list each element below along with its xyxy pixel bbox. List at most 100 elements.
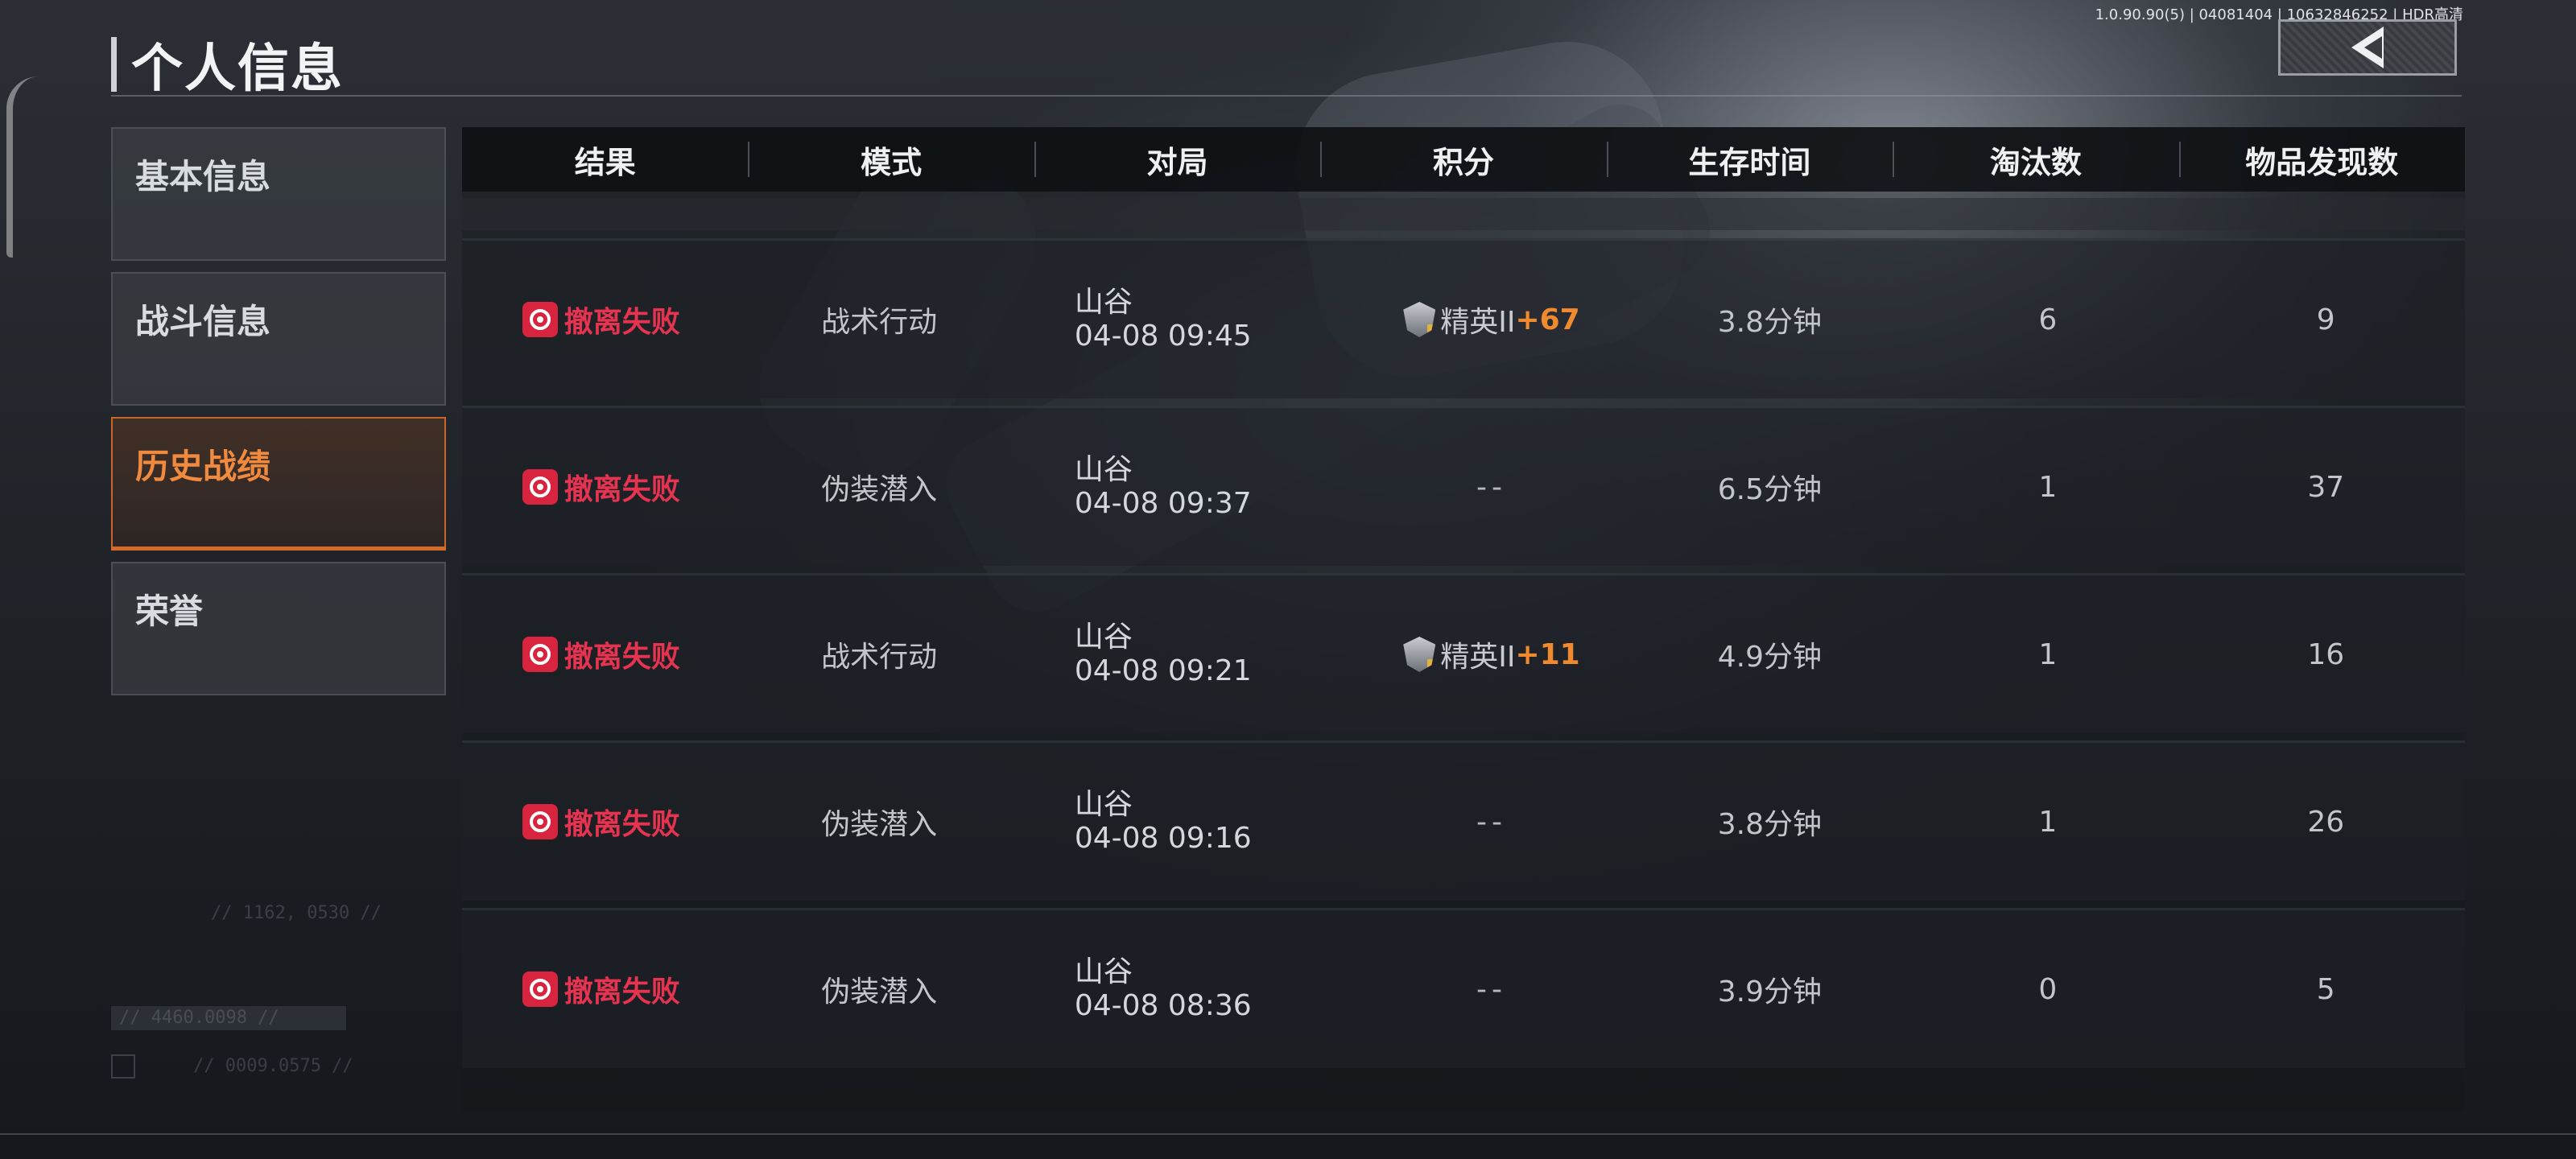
match-cell: 山谷 04-08 09:45 (1018, 241, 1352, 398)
screen: 1.0.90.90(5) | 04081404 | 10632846252 | … (0, 0, 2576, 1159)
result-label: 撤离失败 (564, 641, 680, 674)
sidebar: 基本信息 战斗信息 历史战绩 荣誉 (111, 127, 446, 707)
score-cell: 精英II +11 (1352, 575, 1630, 733)
match-time: 04-08 09:37 (1074, 487, 1252, 520)
sidebar-item-combat-info[interactable]: 战斗信息 (111, 272, 446, 406)
sidebar-item-honors[interactable]: 荣誉 (111, 562, 446, 695)
match-cell: 山谷 04-08 09:37 (1018, 408, 1352, 566)
extraction-failed-icon (522, 971, 558, 1007)
score-cell: -- (1352, 743, 1630, 901)
map-name: 山谷 (1074, 955, 1133, 988)
eliminations-cell: 1 (2038, 470, 2058, 504)
sidebar-item-label: 历史战绩 (135, 447, 271, 486)
score-empty: -- (1476, 972, 1507, 1006)
column-header-match: 对局 (1034, 127, 1320, 192)
map-name: 山谷 (1074, 788, 1133, 821)
page-title: 个人信息 (131, 39, 344, 99)
extraction-failed-icon (522, 469, 558, 505)
eliminations-cell: 6 (2038, 303, 2058, 336)
items-found-cell: 26 (2307, 805, 2345, 839)
extraction-failed-icon (522, 637, 558, 672)
ghost-coordinate: // 4460.0098 // (119, 1008, 279, 1028)
result-status: 撤离失败 (522, 968, 680, 1010)
ghost-box (111, 1054, 135, 1079)
result-label: 撤离失败 (564, 975, 680, 1008)
sidebar-item-basic-info[interactable]: 基本信息 (111, 127, 446, 261)
score-cell: -- (1352, 910, 1630, 1068)
table-row[interactable]: 撤离失败 战术行动 山谷 04-08 09:21 精英II +11 4.9分钟 … (462, 573, 2465, 733)
mode-cell: 伪装潜入 (821, 473, 938, 506)
result-cell: 撤离失败 (462, 575, 740, 733)
result-label: 撤离失败 (564, 306, 680, 339)
ghost-coordinate: // 0009.0575 // (193, 1056, 353, 1076)
rank-badge-icon (1403, 302, 1436, 337)
match-cell: 山谷 04-08 08:36 (1018, 910, 1352, 1068)
page-header: 个人信息 (111, 27, 344, 101)
sidebar-item-label: 基本信息 (135, 157, 271, 196)
items-found-cell: 37 (2307, 470, 2345, 504)
score-empty: -- (1476, 805, 1507, 839)
score-cell: 精英II +67 (1352, 241, 1630, 398)
table-header: 结果 模式 对局 积分 生存时间 淘汰数 物品发现数 (462, 127, 2465, 192)
result-status: 撤离失败 (522, 633, 680, 675)
match-history-table: 结果 模式 对局 积分 生存时间 淘汰数 物品发现数 撤离失败 战术行动 山谷 … (462, 127, 2465, 1111)
rank-name: 精英II (1440, 641, 1516, 674)
column-header-survival-time: 生存时间 (1606, 127, 1893, 192)
result-status: 撤离失败 (522, 466, 680, 508)
result-status: 撤离失败 (522, 299, 680, 340)
mode-cell: 战术行动 (821, 306, 938, 339)
eliminations-cell: 1 (2038, 637, 2058, 671)
column-header-mode: 模式 (748, 127, 1034, 192)
rank-name: 精英II (1440, 306, 1516, 339)
items-found-cell: 16 (2307, 637, 2345, 671)
chevron-left-icon (2351, 27, 2384, 68)
table-row[interactable]: 撤离失败 伪装潜入 山谷 04-08 09:16 -- 3.8分钟 1 26 (462, 740, 2465, 901)
result-cell: 撤离失败 (462, 910, 740, 1068)
mode-cell: 伪装潜入 (821, 975, 938, 1008)
match-time: 04-08 09:16 (1074, 822, 1252, 855)
result-cell: 撤离失败 (462, 408, 740, 566)
result-label: 撤离失败 (564, 473, 680, 506)
match-time: 04-08 08:36 (1074, 989, 1252, 1022)
mode-cell: 战术行动 (821, 641, 938, 674)
match-time: 04-08 09:21 (1074, 654, 1252, 687)
map-name: 山谷 (1074, 621, 1133, 654)
rank-delta: +11 (1515, 637, 1580, 671)
rank-change: 精英II +11 (1403, 633, 1580, 675)
table-row[interactable]: 撤离失败 战术行动 山谷 04-08 09:45 精英II +67 3.8分钟 … (462, 238, 2465, 398)
map-name: 山谷 (1074, 453, 1133, 486)
match-cell: 山谷 04-08 09:16 (1018, 743, 1352, 901)
table-row[interactable]: 撤离失败 伪装潜入 山谷 04-08 08:36 -- 3.9分钟 0 5 (462, 908, 2465, 1068)
items-found-cell: 9 (2316, 303, 2335, 336)
sidebar-item-label: 战斗信息 (135, 302, 271, 341)
rank-change: 精英II +67 (1403, 299, 1580, 340)
extraction-failed-icon (522, 804, 558, 839)
title-accent-bar (111, 37, 117, 92)
rank-badge-icon (1403, 637, 1436, 672)
eliminations-cell: 0 (2038, 972, 2058, 1006)
survival-time-cell: 4.9分钟 (1717, 641, 1823, 674)
items-found-cell: 5 (2316, 972, 2335, 1006)
table-row[interactable]: 撤离失败 伪装潜入 山谷 04-08 09:37 -- 6.5分钟 1 37 (462, 406, 2465, 566)
footer-divider (0, 1133, 2576, 1135)
survival-time-cell: 6.5分钟 (1717, 473, 1823, 506)
rank-delta: +67 (1515, 303, 1580, 336)
column-header-score: 积分 (1320, 127, 1606, 192)
result-status: 撤离失败 (522, 801, 680, 843)
column-header-result: 结果 (574, 144, 636, 180)
eliminations-cell: 1 (2038, 805, 2058, 839)
header-divider (111, 95, 2462, 97)
sidebar-item-match-history[interactable]: 历史战绩 (111, 417, 446, 551)
survival-time-cell: 3.8分钟 (1717, 306, 1823, 339)
result-cell: 撤离失败 (462, 241, 740, 398)
column-header-items-found: 物品发现数 (2178, 127, 2465, 192)
survival-time-cell: 3.9分钟 (1717, 975, 1823, 1008)
sidebar-item-label: 荣誉 (135, 592, 204, 631)
ghost-coordinate: // 1162, 0530 // (211, 903, 382, 923)
extraction-failed-icon (522, 302, 558, 337)
map-name: 山谷 (1074, 286, 1133, 319)
survival-time-cell: 3.8分钟 (1717, 808, 1823, 841)
back-button[interactable] (2278, 19, 2457, 76)
score-empty: -- (1476, 470, 1507, 504)
score-cell: -- (1352, 408, 1630, 566)
